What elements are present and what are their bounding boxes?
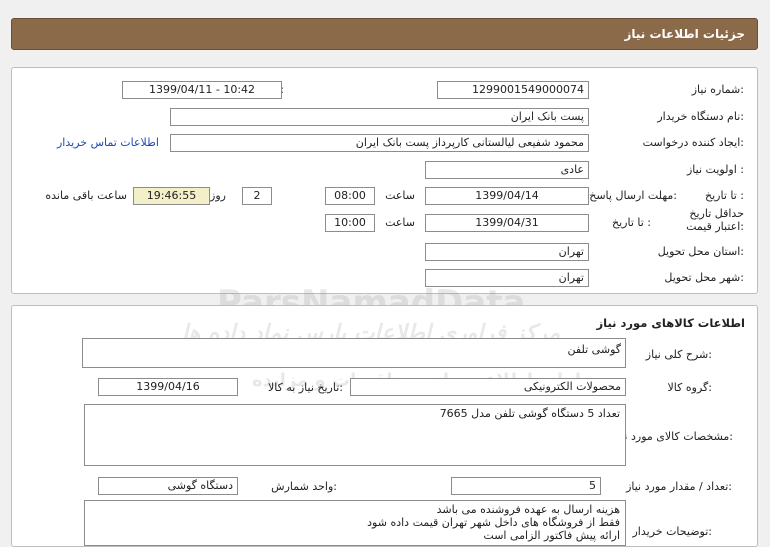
need-date-field: 1399/04/16 [98, 378, 238, 396]
qty-label: تعداد / مقدار مورد نیاز: [626, 480, 732, 493]
buyer-notes-field: هزینه ارسال به عهده فروشنده می باشد فقط … [84, 500, 626, 546]
validity-date-field: 1399/04/31 [425, 214, 589, 232]
goods-group-field: محصولات الکترونیکی [350, 378, 626, 396]
priority-label: اولویت نیاز : [686, 163, 744, 176]
reply-deadline-label: مهلت ارسال پاسخ: [589, 189, 677, 202]
priority-field: عادی [425, 161, 589, 179]
buyer-org-label: نام دستگاه خریدار: [657, 110, 744, 123]
validity-time-label: ساعت [385, 216, 415, 229]
spec-field: تعداد 5 دستگاه گوشی تلفن مدل 7665 [84, 404, 626, 466]
goods-section-title: اطلاعات کالاهای مورد نیاز [596, 316, 745, 330]
creator-field: محمود شفیعی لیالستانی کارپرداز پست بانک … [170, 134, 589, 152]
spec-label: مشخصات کالای مورد نیاز: [612, 430, 733, 443]
unit-field: دستگاه گوشی [98, 477, 238, 495]
buyer-contact-link[interactable]: اطلاعات تماس خریدار [57, 136, 159, 149]
qty-field: 5 [451, 477, 601, 495]
remaining-label: ساعت باقی مانده [45, 189, 127, 202]
general-desc-label: شرح کلی نیاز: [645, 348, 712, 361]
page-header: جزئیات اطلاعات نیاز [11, 18, 758, 50]
creator-label: ایجاد کننده درخواست: [642, 136, 744, 149]
goods-group-label: گروه کالا: [667, 381, 712, 394]
reply-until-date-label: تا تاریخ : [705, 189, 744, 202]
need-number-field: 1299001549000074 [437, 81, 589, 99]
province-label: استان محل تحویل: [657, 245, 744, 258]
goods-info-panel: مرکز فراوری اطلاعات پارس نماد داده ها سا… [11, 305, 758, 547]
city-field: تهران [425, 269, 589, 287]
reply-date-field: 1399/04/14 [425, 187, 589, 205]
remaining-time-field: 19:46:55 [133, 187, 210, 205]
announce-field: 1399/04/11 - 10:42 [122, 81, 282, 99]
reply-time-label: ساعت [385, 189, 415, 202]
reply-time-field: 08:00 [325, 187, 375, 205]
province-field: تهران [425, 243, 589, 261]
unit-label: واحد شمارش: [271, 480, 337, 493]
validity-time-field: 10:00 [325, 214, 375, 232]
days-field: 2 [242, 187, 272, 205]
page-title: جزئیات اطلاعات نیاز [624, 27, 745, 41]
validity-until-date-label: تا تاریخ : [612, 216, 651, 229]
buyer-notes-label: توضیحات خریدار: [632, 525, 713, 538]
validity-label: حداقل تاریخ اعتبار قیمت: [686, 207, 744, 233]
need-number-label: شماره نیاز: [691, 83, 744, 96]
need-info-panel: ParsNamadData شماره نیاز: 12990015490000… [11, 67, 758, 323]
need-date-label: تاریخ نیاز به کالا: [268, 381, 343, 394]
buyer-org-field: پست بانک ایران [170, 108, 589, 126]
general-desc-field: گوشی تلفن [82, 338, 626, 368]
city-label: شهر محل تحویل: [664, 271, 744, 284]
